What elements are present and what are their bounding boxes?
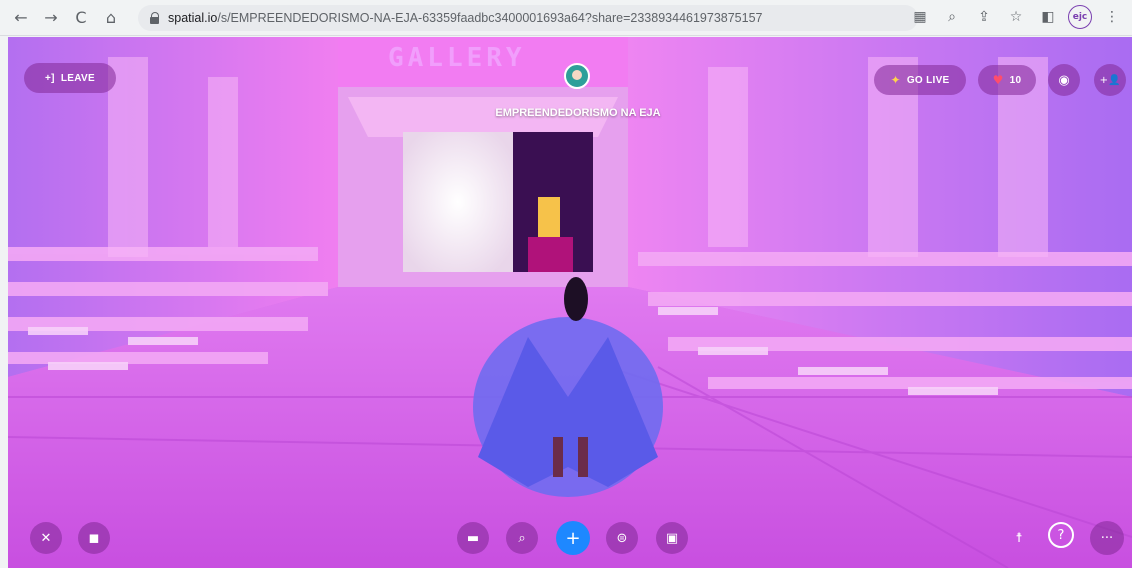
go-live-icon: ✦ (890, 73, 901, 87)
side-panel-icon[interactable]: ◧ (1036, 5, 1060, 29)
address-bar[interactable]: spatial.io/s/EMPREENDEDORISMO-NA-EJA-633… (138, 4, 918, 31)
more-options-button[interactable]: ··· (1090, 521, 1124, 555)
profile-avatar[interactable]: ejc (1068, 5, 1092, 29)
more-icon: ··· (1100, 530, 1114, 546)
forward-arrow-icon[interactable]: → (38, 5, 64, 31)
leave-label: LEAVE (60, 72, 95, 84)
camera-icon: ◉ (1058, 72, 1070, 88)
zoom-icon[interactable]: ⌕ (940, 5, 964, 29)
home-icon[interactable]: ⌂ (98, 5, 124, 31)
leave-icon: +] (45, 72, 55, 84)
share-screen-button[interactable]: ▣ (656, 522, 688, 554)
accessibility-icon: ☨ (1015, 530, 1023, 546)
url-path: /s/EMPREENDEDORISMO-NA-EJA-63359faadbc34… (217, 10, 763, 25)
go-live-button[interactable]: ✦ GO LIVE (874, 65, 966, 95)
bookmark-star-icon[interactable]: ☆ (1004, 5, 1028, 29)
browser-toolbar: ← → C ⌂ spatial.io/s/EMPREENDEDORISMO-NA… (0, 0, 1132, 36)
back-arrow-icon[interactable]: ← (8, 5, 34, 31)
browser-right-tools: ▦ ⌕ ⇪ ☆ ◧ ejc ⋮ (900, 5, 1124, 29)
emote-button[interactable]: ⊜ (606, 522, 638, 554)
gallery-sign: GALLERY (388, 43, 526, 73)
like-count: 10 (1009, 74, 1022, 86)
plus-icon: + (565, 527, 581, 549)
camera-off-icon: ◼ (88, 530, 100, 546)
go-live-label: GO LIVE (906, 74, 950, 86)
reload-icon[interactable]: C (68, 5, 94, 31)
accessibility-button[interactable]: ☨ (1003, 522, 1035, 554)
heart-icon: ♥ (992, 73, 1004, 87)
search-button[interactable]: ⌕ (506, 522, 538, 554)
camera-toggle-button[interactable]: ◼ (78, 522, 110, 554)
space-owner-avatar[interactable] (564, 63, 590, 89)
invite-button[interactable]: +👤 (1094, 64, 1126, 96)
add-content-button[interactable]: + (556, 521, 590, 555)
menu-kebab-icon[interactable]: ⋮ (1100, 5, 1124, 29)
help-icon: ? (1057, 527, 1065, 543)
mic-off-icon: ✕ (40, 530, 52, 546)
mic-toggle-button[interactable]: ✕ (30, 522, 62, 554)
add-user-icon: +👤 (1099, 74, 1121, 86)
space-title: EMPREENDEDORISMO NA EJA (495, 107, 661, 119)
camera-button[interactable]: ◉ (1048, 64, 1080, 96)
lock-icon (150, 11, 160, 24)
leave-button[interactable]: +] LEAVE (24, 63, 116, 93)
share-screen-icon: ▣ (665, 530, 679, 546)
folder-icon: ▬ (466, 530, 480, 546)
share-icon[interactable]: ⇪ (972, 5, 996, 29)
emote-icon: ⊜ (616, 530, 628, 546)
help-button[interactable]: ? (1048, 522, 1074, 548)
like-button[interactable]: ♥ 10 (978, 65, 1036, 95)
translate-icon[interactable]: ▦ (908, 5, 932, 29)
url-host: spatial.io (168, 10, 218, 25)
search-icon: ⌕ (518, 530, 526, 546)
spatial-viewport[interactable]: GALLERY +] LEAVE EMPREENDEDORISMO NA EJA… (8, 37, 1132, 568)
content-folder-button[interactable]: ▬ (457, 522, 489, 554)
